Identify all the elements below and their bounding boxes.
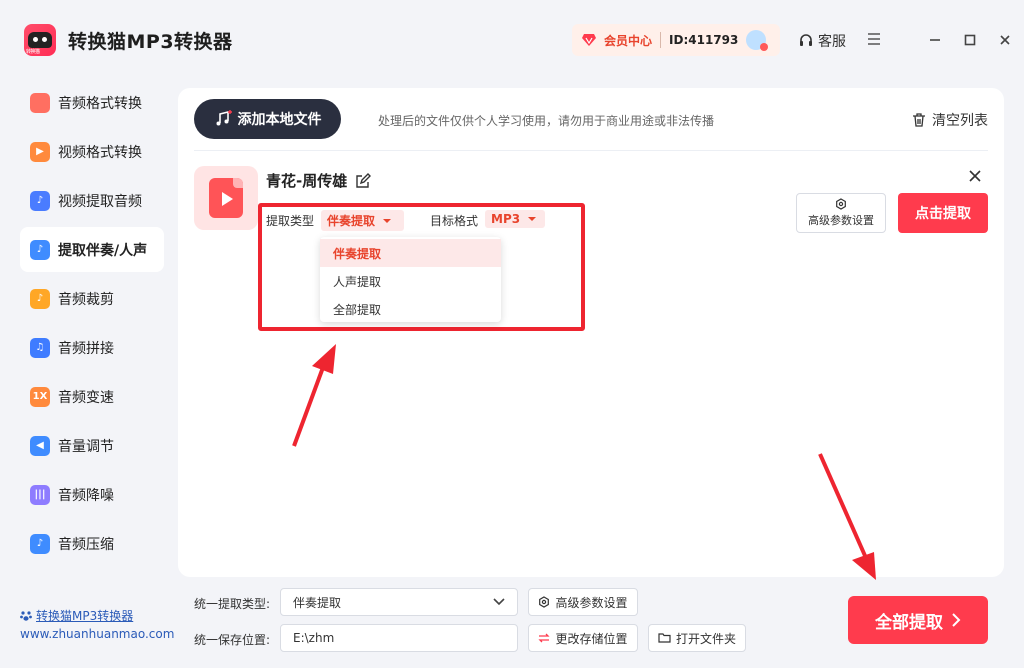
vip-label[interactable]: 会员中心 bbox=[604, 32, 652, 49]
sidebar: 音频格式转换 ▶ 视频格式转换 ♪ 视频提取音频 ♪ 提取伴奏/人声 ♪ 音频裁… bbox=[20, 80, 164, 570]
sidebar-item-audio-compress[interactable]: ♪ 音频压缩 bbox=[20, 521, 164, 566]
maximize-icon bbox=[964, 34, 976, 46]
bottom-advanced-settings-button[interactable]: 高级参数设置 bbox=[528, 588, 638, 616]
sidebar-item-label: 提取伴奏/人声 bbox=[58, 242, 148, 259]
extract-all-button[interactable]: 全部提取 bbox=[848, 596, 988, 644]
extract-button[interactable]: 点击提取 bbox=[898, 193, 988, 233]
clear-list-label: 清空列表 bbox=[932, 113, 988, 129]
change-location-button[interactable]: 更改存储位置 bbox=[528, 624, 638, 652]
dropdown-option-accompaniment[interactable]: 伴奏提取 bbox=[320, 239, 501, 267]
logo-text: 转换猫 bbox=[26, 49, 40, 55]
advanced-settings-label: 高级参数设置 bbox=[808, 214, 874, 227]
save-location-value: E:\zhm bbox=[293, 631, 335, 645]
denoise-icon: ||| bbox=[30, 484, 50, 505]
menu-icon[interactable] bbox=[866, 31, 882, 47]
bottom-advanced-settings-label: 高级参数设置 bbox=[555, 595, 628, 610]
add-local-file-button[interactable]: 添加本地文件 bbox=[194, 99, 341, 139]
dropdown-option-vocal[interactable]: 人声提取 bbox=[320, 267, 501, 295]
advanced-settings-button[interactable]: 高级参数设置 bbox=[796, 193, 886, 233]
avatar[interactable] bbox=[746, 30, 769, 51]
save-location-field[interactable]: E:\zhm bbox=[280, 624, 518, 652]
video-convert-icon: ▶ bbox=[30, 141, 50, 162]
file-name: 青花-周传雄 bbox=[266, 170, 372, 191]
video-extract-icon: ♪ bbox=[30, 190, 50, 211]
audio-speed-icon: 1X bbox=[30, 386, 50, 407]
open-folder-button[interactable]: 打开文件夹 bbox=[648, 624, 746, 652]
volume-icon: ◀ bbox=[30, 435, 50, 456]
sidebar-item-label: 音频格式转换 bbox=[58, 95, 142, 112]
vip-divider bbox=[660, 32, 662, 48]
maximize-button[interactable] bbox=[960, 30, 980, 50]
user-id: ID:411793 bbox=[669, 33, 739, 47]
sidebar-item-video-convert[interactable]: ▶ 视频格式转换 bbox=[20, 129, 164, 174]
sidebar-item-label: 音频拼接 bbox=[58, 340, 114, 357]
sidebar-item-audio-speed[interactable]: 1X 音频变速 bbox=[20, 374, 164, 419]
swap-icon bbox=[538, 633, 551, 643]
unified-type-value: 伴奏提取 bbox=[293, 595, 342, 610]
remove-file-icon[interactable] bbox=[966, 167, 984, 185]
footer-app-link[interactable]: 转换猫MP3转换器 bbox=[20, 607, 133, 624]
add-file-label: 添加本地文件 bbox=[237, 112, 322, 128]
settings-hex-icon bbox=[539, 596, 550, 608]
sidebar-item-label: 音频降噪 bbox=[58, 487, 114, 504]
sidebar-item-video-extract[interactable]: ♪ 视频提取音频 bbox=[20, 178, 164, 223]
sidebar-item-audio-cut[interactable]: ♪ 音频裁剪 bbox=[20, 276, 164, 321]
toolbar-divider bbox=[194, 150, 988, 151]
minimize-icon bbox=[930, 39, 940, 41]
chevron-down-icon bbox=[493, 598, 505, 606]
file-list-panel bbox=[178, 88, 1004, 577]
unified-type-label: 统一提取类型: bbox=[194, 597, 271, 611]
chevron-right-icon bbox=[952, 613, 961, 627]
open-folder-label: 打开文件夹 bbox=[675, 631, 736, 646]
save-location-label: 统一保存位置: bbox=[194, 633, 271, 647]
audio-convert-icon bbox=[30, 92, 50, 113]
audio-merge-icon: ♫ bbox=[30, 337, 50, 358]
sidebar-item-label: 音频裁剪 bbox=[58, 291, 114, 308]
vip-center[interactable]: 会员中心 ID:411793 bbox=[572, 24, 780, 56]
sidebar-item-label: 音量调节 bbox=[58, 438, 114, 455]
footer-app-name[interactable]: 转换猫MP3转换器 bbox=[36, 607, 133, 624]
sidebar-item-volume[interactable]: ◀ 音量调节 bbox=[20, 423, 164, 468]
file-name-text: 青花-周传雄 bbox=[266, 172, 348, 190]
sidebar-item-audio-convert[interactable]: 音频格式转换 bbox=[20, 80, 164, 125]
music-add-icon bbox=[216, 110, 232, 126]
settings-hex-icon bbox=[836, 198, 846, 210]
audio-compress-icon: ♪ bbox=[30, 533, 50, 554]
app-title: 转换猫MP3转换器 bbox=[68, 31, 233, 53]
edit-icon[interactable] bbox=[355, 172, 372, 189]
app-logo: 转换猫 bbox=[24, 24, 56, 56]
extract-all-label: 全部提取 bbox=[875, 612, 943, 633]
close-icon bbox=[1000, 35, 1010, 45]
sidebar-item-label: 音频压缩 bbox=[58, 536, 114, 553]
close-button[interactable] bbox=[995, 30, 1015, 50]
minimize-button[interactable] bbox=[925, 30, 945, 50]
trash-icon bbox=[913, 113, 925, 127]
footer-url[interactable]: www.zhuanhuanmao.com bbox=[20, 627, 174, 641]
usage-notice: 处理后的文件仅供个人学习使用，请勿用于商业用途或非法传播 bbox=[378, 114, 715, 128]
unified-type-select[interactable]: 伴奏提取 bbox=[280, 588, 518, 616]
sidebar-item-label: 音频变速 bbox=[58, 389, 114, 406]
sidebar-item-denoise[interactable]: ||| 音频降噪 bbox=[20, 472, 164, 517]
sidebar-item-label: 视频格式转换 bbox=[58, 144, 142, 161]
customer-service-button[interactable]: 客服 bbox=[798, 31, 846, 51]
dropdown-option-all[interactable]: 全部提取 bbox=[320, 295, 501, 323]
clear-list-button[interactable]: 清空列表 bbox=[912, 110, 988, 130]
paw-icon bbox=[20, 610, 32, 621]
audio-file-icon bbox=[209, 178, 243, 218]
customer-service-label: 客服 bbox=[818, 34, 846, 50]
change-location-label: 更改存储位置 bbox=[555, 631, 628, 646]
file-thumbnail bbox=[194, 166, 258, 230]
sidebar-item-audio-merge[interactable]: ♫ 音频拼接 bbox=[20, 325, 164, 370]
vocal-extract-icon: ♪ bbox=[30, 239, 50, 260]
extract-type-dropdown: 伴奏提取 人声提取 全部提取 bbox=[320, 237, 501, 322]
sidebar-item-label: 视频提取音频 bbox=[58, 193, 142, 210]
sidebar-item-vocal-extract[interactable]: ♪ 提取伴奏/人声 bbox=[20, 227, 164, 272]
audio-cut-icon: ♪ bbox=[30, 288, 50, 309]
diamond-icon bbox=[582, 34, 596, 46]
headset-icon bbox=[800, 34, 812, 46]
folder-icon bbox=[658, 633, 671, 643]
